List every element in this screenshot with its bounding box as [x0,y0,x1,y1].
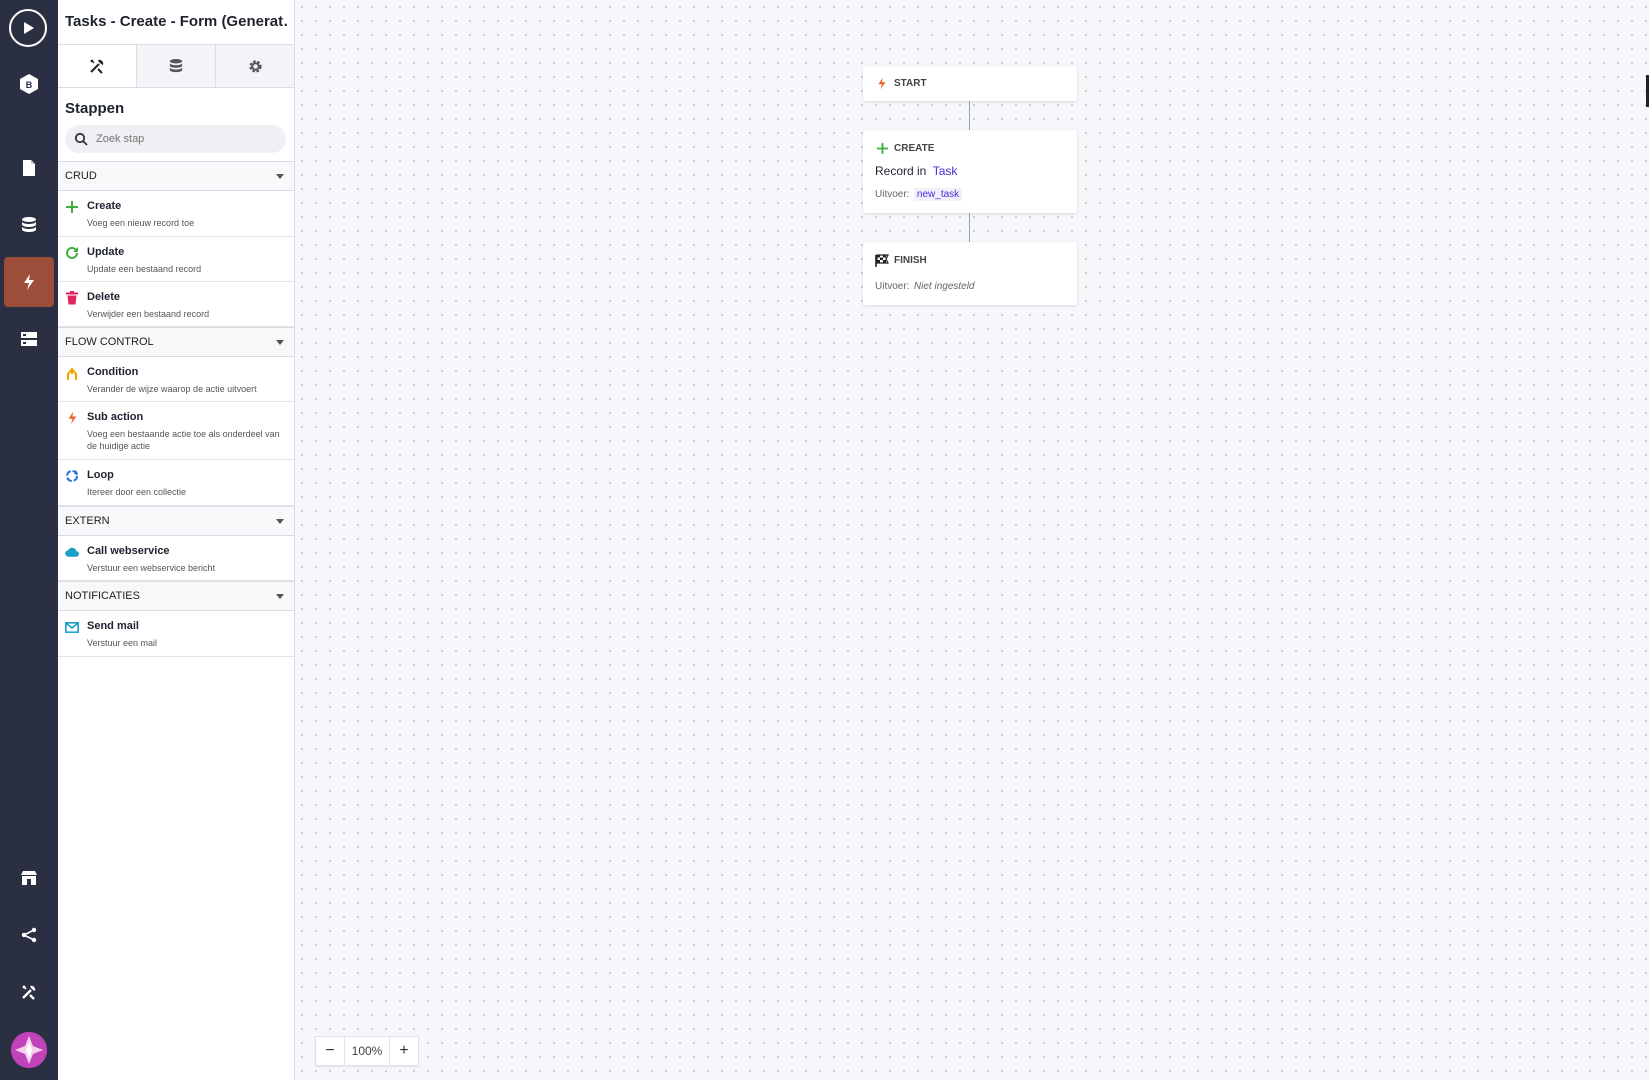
group-label: NOTIFICATIES [65,590,140,602]
finish-node[interactable]: FINISH Uitvoer: Niet ingesteld [863,242,1077,305]
search-input[interactable] [94,132,278,146]
create-node[interactable]: CREATE Record in Task Uitvoer: new_task [863,130,1077,213]
step-create[interactable]: Create Voeg een nieuw record toe [58,191,294,237]
output-label: Uitvoer: [875,189,910,200]
brand-icon[interactable]: B [4,59,54,109]
actions-bolt-icon[interactable] [4,257,54,307]
group-label: FLOW CONTROL [65,336,154,348]
step-description: Update een bestaand record [87,264,202,274]
record-model-link[interactable]: Task [933,164,958,178]
step-sub-action[interactable]: Sub action Voeg een bestaande actie toe … [58,402,294,460]
zoom-out-button[interactable]: − [316,1037,344,1065]
cloud-icon [65,545,79,559]
bolt-icon [875,76,889,90]
step-call-webservice[interactable]: Call webservice Verstuur een webservice … [58,536,294,581]
caret-down-icon [276,173,284,179]
record-line: Record in Task [875,164,1065,178]
group-extern[interactable]: EXTERN [58,506,294,536]
share-icon[interactable] [4,910,54,960]
node-label: START [894,77,927,89]
branch-icon [65,366,79,380]
step-condition[interactable]: Condition Verander de wijze waarop de ac… [58,357,294,402]
step-title: Update [87,246,125,258]
database-tab-icon [169,59,183,73]
pages-icon[interactable] [4,143,54,193]
group-notificaties[interactable]: NOTIFICATIES [58,581,294,611]
zoom-in-button[interactable]: + [390,1037,418,1065]
zoom-level: 100% [344,1037,390,1065]
flow-canvas[interactable]: START CREATE Record in Task Uitvoer: new… [295,0,1649,1080]
step-description: Voeg een nieuw record toe [87,218,195,228]
tab-steps[interactable] [58,45,136,87]
svg-text:B: B [26,80,33,90]
group-label: CRUD [65,170,97,182]
connector-line [969,101,970,130]
search-icon [74,132,88,146]
step-title: Loop [87,469,114,481]
connector-line [969,213,970,242]
bolt-icon [65,411,79,425]
flag-checkered-icon [875,253,889,267]
steps-list: CRUD Create Voeg een nieuw record toe Up… [58,161,294,657]
step-description: Verstuur een mail [87,638,158,648]
gear-icon [248,59,262,73]
output-line: Uitvoer: new_task [875,184,1065,202]
output-label: Uitvoer: [875,281,910,292]
app-rail: B [0,0,58,1080]
steps-panel: Tasks - Create - Form (Generat… ✓ Stappe… [58,0,295,1080]
step-description: Itereer door een collectie [87,487,187,497]
tab-data[interactable] [136,45,215,87]
step-send-mail[interactable]: Send mail Verstuur een mail [58,611,294,657]
step-description: Verstuur een webservice bericht [87,563,216,573]
step-title: Create [87,200,122,212]
tab-settings[interactable] [215,45,294,87]
play-icon[interactable] [9,9,47,47]
step-delete[interactable]: Delete Verwijder een bestaand record [58,282,294,327]
action-title-text: Tasks - Create - Form (Generat… [65,13,287,30]
step-title: Send mail [87,620,139,632]
trash-icon [65,291,79,305]
user-avatar[interactable] [11,1032,47,1068]
loop-icon [65,469,79,483]
step-title: Sub action [87,411,144,423]
plus-icon [65,200,79,214]
steps-heading: Stappen [65,100,125,117]
node-label: FINISH [894,254,927,266]
output-chip[interactable]: new_task [913,188,963,201]
tools-tab-icon [90,59,104,74]
step-description: Verwijder een bestaand record [87,309,210,319]
step-description: Verander de wijze waarop de actie uitvoe… [87,384,257,394]
record-in-text: Record in [875,164,927,178]
finish-output-line: Uitvoer: Niet ingesteld [875,276,1065,294]
caret-down-icon [276,339,284,345]
plus-icon [875,141,889,155]
refresh-icon [65,246,79,260]
step-title: Delete [87,291,121,303]
tools-icon[interactable] [4,967,54,1017]
step-loop[interactable]: Loop Itereer door een collectie [58,460,294,506]
action-title: Tasks - Create - Form (Generat… ✓ [65,12,287,30]
group-flow-control[interactable]: FLOW CONTROL [58,327,294,357]
caret-down-icon [276,593,284,599]
zoom-controls: − 100% + [315,1036,419,1066]
output-value: Niet ingesteld [913,281,975,292]
database-icon[interactable] [4,200,54,250]
step-update[interactable]: Update Update een bestaand record [58,237,294,282]
step-description: Voeg een bestaande actie toe als onderde… [87,429,280,451]
store-icon[interactable] [4,853,54,903]
node-label: CREATE [894,142,935,154]
group-label: EXTERN [65,515,110,527]
step-title: Call webservice [87,545,170,557]
start-node[interactable]: START [863,66,1077,101]
group-crud[interactable]: CRUD [58,161,294,191]
mail-icon [65,620,79,634]
step-title: Condition [87,366,139,378]
caret-down-icon [276,518,284,524]
panel-tabs [58,44,294,88]
data-table-icon[interactable] [4,314,54,364]
step-search [65,125,286,153]
